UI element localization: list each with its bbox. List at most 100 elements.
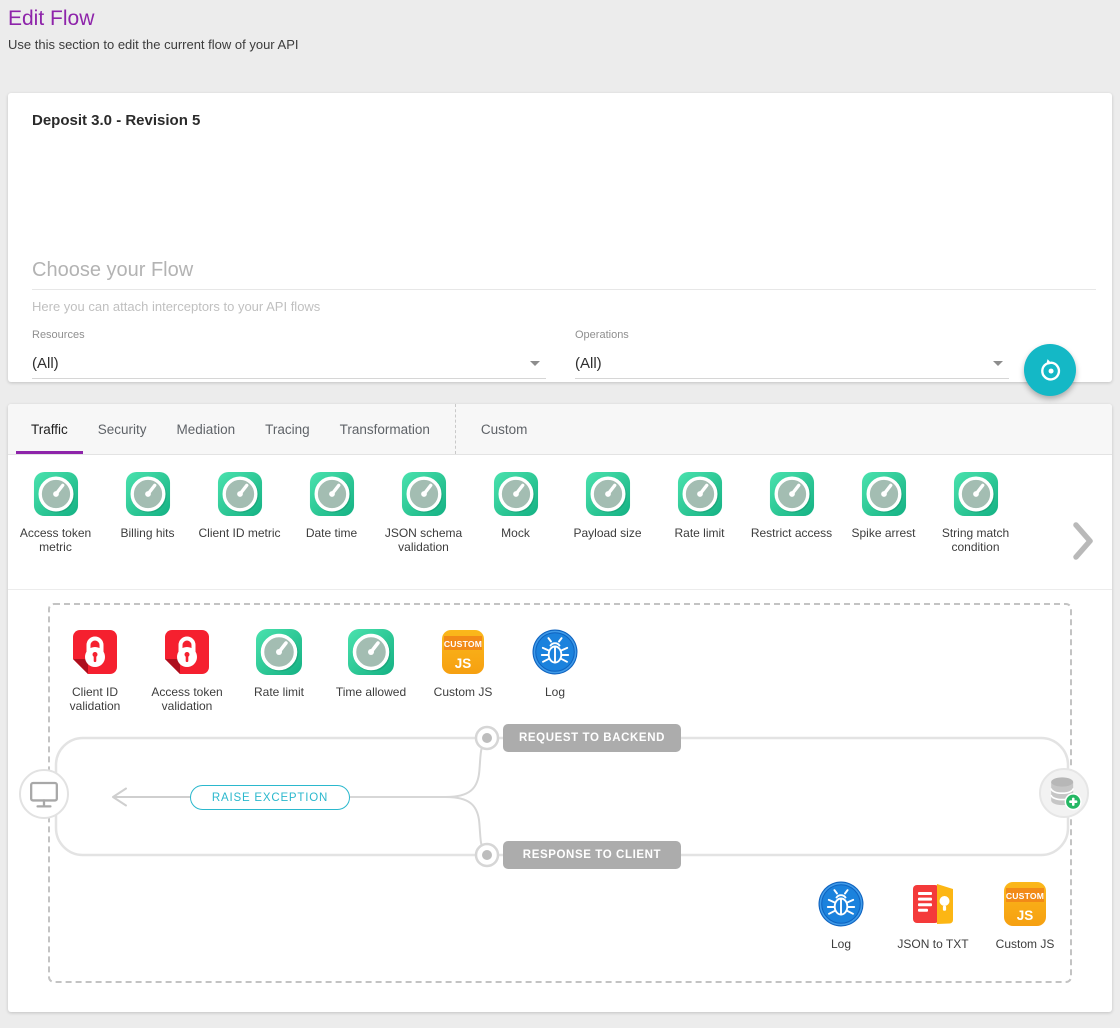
palette-item-rate-limit[interactable]: Rate limit <box>654 471 745 589</box>
gauge-icon <box>953 471 999 517</box>
interceptor-json-to-txt[interactable]: JSON to TXT <box>888 880 978 951</box>
response-to-client-pill[interactable]: RESPONSE TO CLIENT <box>503 841 681 869</box>
flow-canvas: Client ID validation Access token valida… <box>8 590 1112 1012</box>
palette-item-label: JSON schema validation <box>378 526 469 554</box>
palette-item-label: Spike arrest <box>851 526 915 540</box>
interceptor-time-allowed[interactable]: Time allowed <box>326 628 416 713</box>
custom-js-icon <box>439 628 487 676</box>
gauge-icon <box>861 471 907 517</box>
interceptor-rate-limit[interactable]: Rate limit <box>234 628 324 713</box>
operations-select-value: (All) <box>575 355 602 372</box>
choose-flow-title: Choose your Flow <box>32 259 193 282</box>
resources-select[interactable]: (All) <box>32 349 546 379</box>
interceptor-tabs: Traffic Security Mediation Tracing Trans… <box>8 404 1112 455</box>
request-interceptors-row: Client ID validation Access token valida… <box>50 628 600 713</box>
gauge-icon <box>585 471 631 517</box>
palette-scroll-next-button[interactable] <box>1070 521 1096 561</box>
interceptor-label: Time allowed <box>336 685 406 699</box>
interceptor-label: Log <box>831 937 851 951</box>
gauge-icon <box>255 628 303 676</box>
interceptor-custom-js[interactable]: Custom JS <box>980 880 1070 951</box>
gauge-icon <box>677 471 723 517</box>
palette-item-label: String match condition <box>930 526 1021 554</box>
lock-icon <box>163 628 211 676</box>
response-connector-dot[interactable] <box>476 844 498 866</box>
gauge-icon <box>309 471 355 517</box>
backend-node-add-button[interactable] <box>1039 768 1089 818</box>
interceptor-label: Client ID validation <box>50 685 140 713</box>
interceptor-label: Log <box>545 685 565 699</box>
tab-mediation[interactable]: Mediation <box>162 404 251 454</box>
palette-item-restrict-access[interactable]: Restrict access <box>746 471 837 589</box>
api-revision-title: Deposit 3.0 - Revision 5 <box>32 112 200 129</box>
page-subtitle: Use this section to edit the current flo… <box>8 37 1120 52</box>
resources-label: Resources <box>32 329 546 341</box>
caret-down-icon <box>530 361 540 366</box>
interceptor-panel-card: Traffic Security Mediation Tracing Trans… <box>8 404 1112 1012</box>
interceptor-log[interactable]: Log <box>796 880 886 951</box>
tab-divider <box>455 404 456 454</box>
interceptor-custom-js[interactable]: Custom JS <box>418 628 508 713</box>
page-title: Edit Flow <box>8 6 1120 32</box>
palette-item-date-time[interactable]: Date time <box>286 471 377 589</box>
tab-traffic[interactable]: Traffic <box>16 404 83 454</box>
gauge-icon <box>125 471 171 517</box>
palette-item-access-token-metric[interactable]: Access token metric <box>10 471 101 589</box>
palette-item-string-match-condition[interactable]: String match condition <box>930 471 1021 589</box>
choose-flow-hint: Here you can attach interceptors to your… <box>32 299 320 314</box>
gauge-icon <box>769 471 815 517</box>
json-to-txt-icon <box>909 880 957 928</box>
gauge-icon <box>401 471 447 517</box>
interceptor-label: Custom JS <box>996 937 1055 951</box>
interceptor-label: Custom JS <box>434 685 493 699</box>
request-to-backend-pill[interactable]: REQUEST TO BACKEND <box>503 724 681 752</box>
palette-item-json-schema-validation[interactable]: JSON schema validation <box>378 471 469 589</box>
lock-icon <box>71 628 119 676</box>
palette-item-label: Client ID metric <box>198 526 280 540</box>
tab-security[interactable]: Security <box>83 404 162 454</box>
palette-item-billing-hits[interactable]: Billing hits <box>102 471 193 589</box>
reload-flow-button[interactable] <box>1024 344 1076 396</box>
bug-icon <box>531 628 579 676</box>
interceptor-palette: Access token metric Billing hits Client … <box>8 455 1112 590</box>
interceptor-access-token-validation[interactable]: Access token validation <box>142 628 232 713</box>
flow-selection-card: Deposit 3.0 - Revision 5 Choose your Flo… <box>8 93 1112 382</box>
palette-item-label: Payload size <box>573 526 641 540</box>
palette-item-label: Mock <box>501 526 530 540</box>
custom-js-icon <box>1001 880 1049 928</box>
operations-label: Operations <box>575 329 1009 341</box>
palette-item-spike-arrest[interactable]: Spike arrest <box>838 471 929 589</box>
palette-item-label: Access token metric <box>10 526 101 554</box>
palette-item-label: Date time <box>306 526 357 540</box>
exception-to-request-curve <box>350 740 487 797</box>
interceptor-log[interactable]: Log <box>510 628 600 713</box>
operations-select[interactable]: (All) <box>575 349 1009 379</box>
interceptor-label: Access token validation <box>142 685 232 713</box>
interceptor-client-id-validation[interactable]: Client ID validation <box>50 628 140 713</box>
chevron-right-icon <box>1070 521 1096 561</box>
gauge-icon <box>493 471 539 517</box>
section-divider <box>32 289 1096 290</box>
tab-tracing[interactable]: Tracing <box>250 404 325 454</box>
page-header: Edit Flow Use this section to edit the c… <box>0 0 1120 52</box>
bug-icon <box>817 880 865 928</box>
tab-transformation[interactable]: Transformation <box>325 404 445 454</box>
restore-icon <box>1037 357 1064 384</box>
palette-item-payload-size[interactable]: Payload size <box>562 471 653 589</box>
gauge-icon <box>33 471 79 517</box>
monitor-icon <box>22 772 66 816</box>
database-add-icon <box>1042 771 1086 815</box>
palette-item-client-id-metric[interactable]: Client ID metric <box>194 471 285 589</box>
exception-arrow <box>113 789 190 806</box>
palette-item-mock[interactable]: Mock <box>470 471 561 589</box>
request-connector-dot[interactable] <box>476 727 498 749</box>
client-node <box>19 769 69 819</box>
raise-exception-pill[interactable]: RAISE EXCEPTION <box>190 785 350 810</box>
caret-down-icon <box>993 361 1003 366</box>
palette-item-label: Billing hits <box>120 526 174 540</box>
response-interceptors-row: Log JSON to TXT Custom JS <box>796 880 1070 951</box>
tab-custom[interactable]: Custom <box>466 404 543 454</box>
interceptor-label: Rate limit <box>254 685 304 699</box>
palette-item-label: Rate limit <box>674 526 724 540</box>
palette-item-label: Restrict access <box>751 526 832 540</box>
